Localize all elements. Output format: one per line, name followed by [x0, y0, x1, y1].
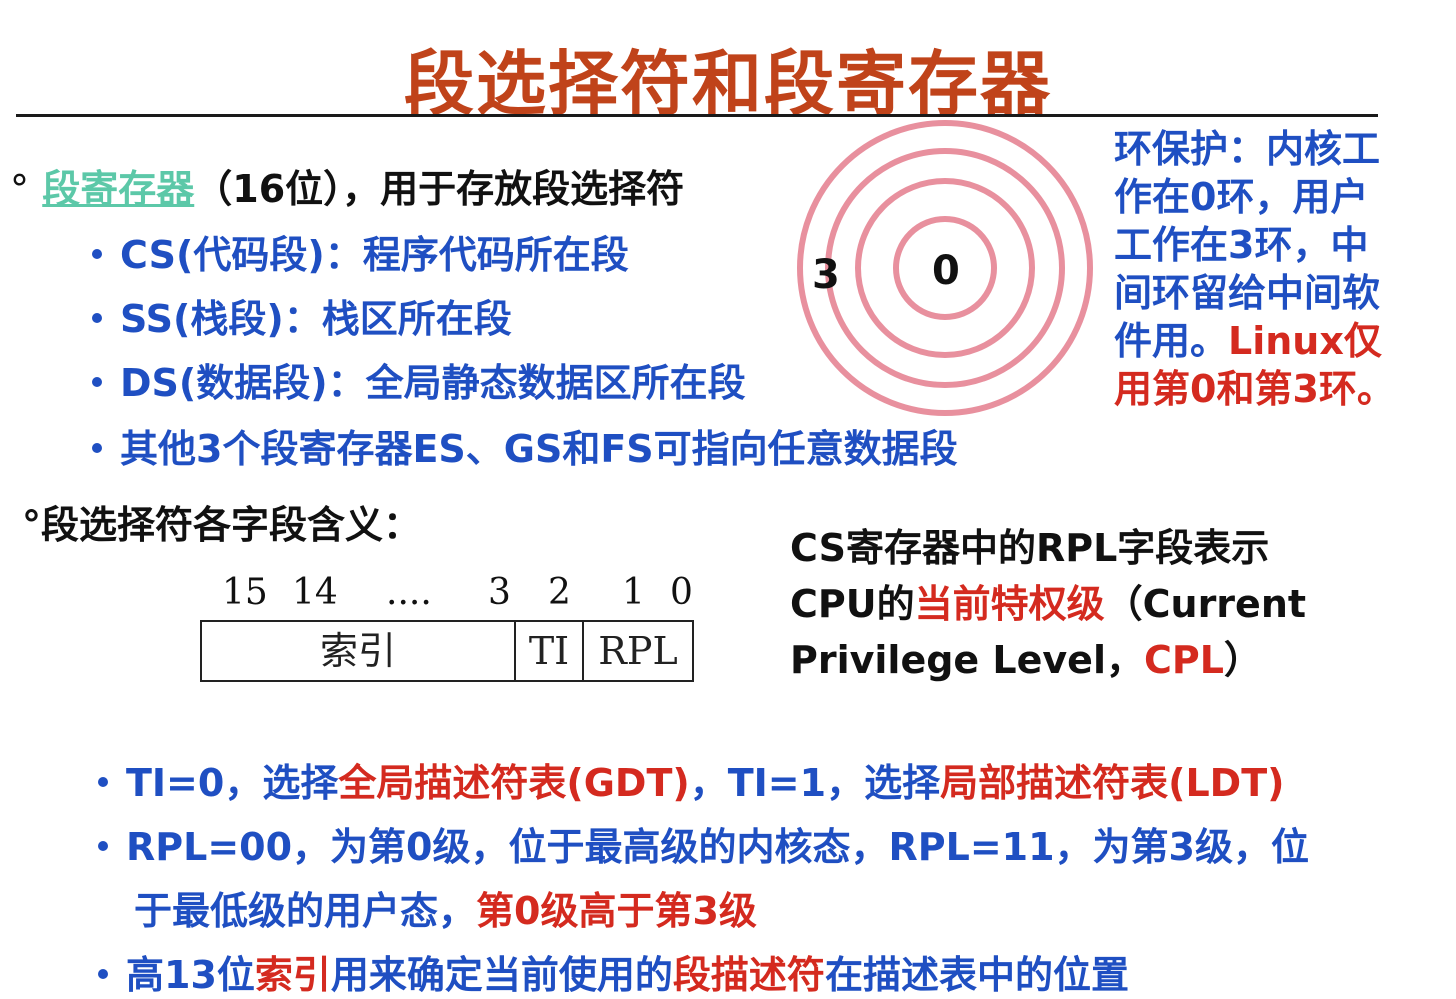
index-text-3: 在描述表中的位置	[824, 953, 1129, 997]
ti-gdt: 全局描述符表(GDT)	[338, 761, 690, 805]
ti-text-2: ，TI=1，选择	[689, 761, 941, 805]
ring-protection-note: 环保护：内核工作在0环，用户工作在3环，中间环留给中间软件用。Linux仅用第0…	[1114, 125, 1404, 413]
list-item: SS(栈段)：栈区所在段	[92, 288, 512, 343]
selector-bitfield: 15 14 .... 3 2 1 0 索引 TI RPL	[200, 572, 720, 692]
list-item: 其他3个段寄存器ES、GS和FS可指向任意数据段	[92, 418, 958, 473]
field-index: 索引	[319, 629, 396, 673]
bullet-dot	[92, 442, 102, 453]
seg-reg-item-ds: DS(数据段)：全局静态数据区所在段	[120, 361, 746, 405]
field-rpl: RPL	[598, 629, 678, 673]
seg-reg-item-cs: CS(代码段)：程序代码所在段	[120, 233, 629, 277]
cs-rpl-note: CS寄存器中的RPL字段表示CPU的当前特权级（Current Privileg…	[790, 520, 1350, 688]
cs-note-cpl-term: 当前特权级	[914, 582, 1105, 626]
bit-label: 0	[670, 572, 693, 613]
selector-field-box: 索引 TI RPL	[200, 620, 694, 682]
bit-label: 15	[222, 572, 268, 613]
ring-outer-label: 3	[812, 252, 840, 298]
bit-label: 14	[292, 572, 338, 613]
rpl-priority-note: 第0级高于第3级	[476, 889, 757, 933]
bit-label: 2	[548, 572, 571, 613]
bullet-dot	[98, 776, 108, 787]
ti-text-1: TI=0，选择	[126, 761, 339, 805]
rpl-text-line2: 于最低级的用户态，	[134, 889, 477, 933]
list-item: RPL=00，为第0级，位于最高级的内核态，RPL=11，为第3级，位	[98, 816, 1309, 871]
bullet-dot	[92, 248, 102, 259]
bit-label: ....	[386, 572, 432, 613]
index-term: 索引	[254, 953, 331, 997]
protection-rings-diagram: 3 0	[797, 120, 1093, 416]
list-item: CS(代码段)：程序代码所在段	[92, 224, 629, 279]
list-item: DS(数据段)：全局静态数据区所在段	[92, 352, 746, 407]
bullet-marker: °	[10, 167, 29, 211]
index-text-2: 用来确定当前使用的	[330, 953, 673, 997]
rpl-line2: 于最低级的用户态，第0级高于第3级	[134, 880, 757, 935]
bullet-dot	[98, 840, 108, 851]
seg-reg-item-others: 其他3个段寄存器ES、GS和FS可指向任意数据段	[120, 427, 958, 471]
cs-note-cpl: CPL	[1143, 638, 1224, 682]
bit-label: 1	[622, 572, 645, 613]
descriptor-term: 段描述符	[672, 953, 825, 997]
bullet-dot	[92, 376, 102, 387]
ring-inner-label: 0	[932, 248, 960, 294]
cs-note-text-3: ）	[1223, 638, 1262, 682]
index-text-1: 高13位	[126, 953, 255, 997]
selector-heading: °段选择符各字段含义：	[22, 503, 422, 547]
list-item: 高13位索引用来确定当前使用的段描述符在描述表中的位置	[98, 944, 1129, 999]
seg-reg-heading: ° 段寄存器（16位），用于存放段选择符	[10, 158, 684, 213]
bullet-dot	[98, 968, 108, 979]
list-item: TI=0，选择全局描述符表(GDT)，TI=1，选择局部描述符表(LDT)	[98, 752, 1285, 807]
rpl-text-line1: RPL=00，为第0级，位于最高级的内核态，RPL=11，为第3级，位	[126, 825, 1309, 869]
ti-ldt: 局部描述符表(LDT)	[940, 761, 1285, 805]
bullet-dot	[92, 312, 102, 323]
seg-reg-term-link[interactable]: 段寄存器	[42, 167, 194, 211]
field-ti: TI	[528, 629, 570, 673]
seg-reg-desc: （16位），用于存放段选择符	[194, 167, 685, 211]
title-divider	[16, 114, 1378, 117]
seg-reg-item-ss: SS(栈段)：栈区所在段	[120, 297, 512, 341]
bit-label: 3	[488, 572, 511, 613]
